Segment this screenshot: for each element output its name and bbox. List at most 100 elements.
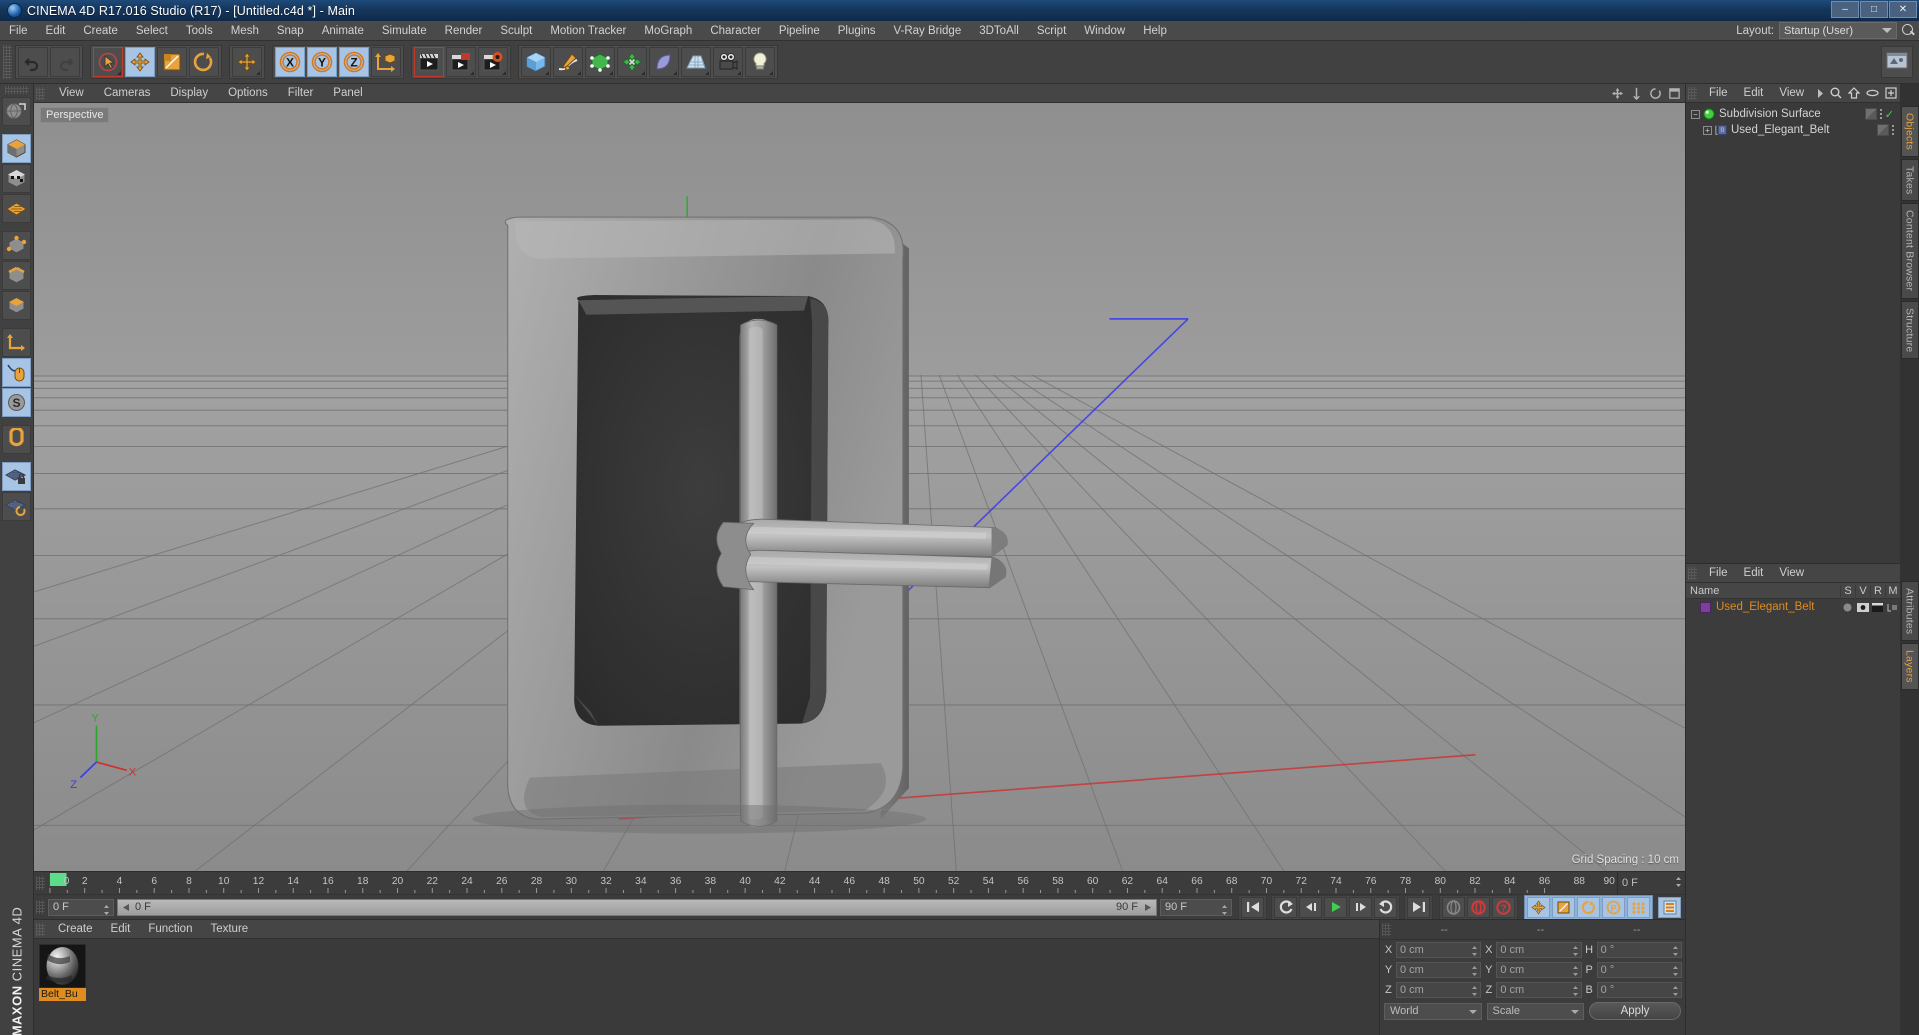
render-to-picture-viewer-button[interactable] [446, 47, 476, 77]
layer-render-toggle[interactable] [1870, 602, 1885, 612]
new-layer-icon[interactable] [1885, 87, 1897, 99]
viewport-menu-grip[interactable] [36, 86, 45, 100]
field-size-y[interactable]: 0 cm [1496, 962, 1582, 978]
menu-edit[interactable]: Edit [37, 21, 75, 41]
undo-button[interactable] [18, 47, 48, 77]
viewport-menu-options[interactable]: Options [218, 84, 278, 103]
add-scene-floor-button[interactable] [681, 47, 711, 77]
render-view-button[interactable] [414, 47, 444, 77]
menu-snap[interactable]: Snap [268, 21, 313, 41]
current-frame-field[interactable]: 0 F [48, 898, 114, 916]
key-rotation-button[interactable] [1577, 896, 1600, 918]
spinner-icon[interactable] [1672, 965, 1679, 977]
maximize-button[interactable]: □ [1860, 1, 1888, 18]
coordinates-grip[interactable] [1382, 923, 1391, 936]
object-enabled-check[interactable]: ✓ [1885, 108, 1894, 121]
go-to-root-icon[interactable] [1848, 87, 1860, 99]
object-axis-mode-button[interactable] [2, 328, 31, 357]
spinner-icon[interactable] [1675, 876, 1682, 888]
material-menu-create[interactable]: Create [49, 920, 102, 939]
object-menu-edit[interactable]: Edit [1736, 84, 1772, 103]
viewport-menu-display[interactable]: Display [160, 84, 218, 103]
menu-mograph[interactable]: MoGraph [635, 21, 701, 41]
menu-tools[interactable]: Tools [177, 21, 222, 41]
menu-vray-bridge[interactable]: V-Ray Bridge [884, 21, 970, 41]
apply-button[interactable]: Apply [1589, 1002, 1681, 1020]
side-tab-content-browser[interactable]: Content Browser [1900, 203, 1919, 299]
scrub-left-icon[interactable] [122, 903, 131, 912]
autokeying-button[interactable] [1442, 896, 1465, 918]
scrub-right-icon[interactable] [1143, 903, 1152, 912]
layer-color-swatch[interactable] [1700, 601, 1711, 613]
go-to-start-button[interactable] [1241, 896, 1264, 918]
layer-menu-edit[interactable]: Edit [1736, 564, 1772, 583]
menu-character[interactable]: Character [701, 21, 770, 41]
add-generator-button[interactable] [585, 47, 615, 77]
material-item[interactable]: Belt_Bu [39, 944, 86, 1001]
zoom-view-icon[interactable] [1630, 87, 1643, 100]
lock-z-axis-button[interactable]: Z [339, 47, 369, 77]
spinner-icon[interactable] [1572, 985, 1579, 997]
search-icon[interactable] [1902, 24, 1915, 37]
world-object-coordinates-button[interactable] [371, 47, 401, 77]
toolbar-grip[interactable] [3, 45, 12, 79]
layer-visibility-toggle[interactable] [1855, 602, 1870, 612]
polygon-mode-button[interactable] [2, 291, 31, 320]
menu-mesh[interactable]: Mesh [222, 21, 268, 41]
layer-menu-file[interactable]: File [1701, 564, 1736, 583]
visibility-icon[interactable] [1866, 87, 1879, 99]
spinner-icon[interactable] [1221, 904, 1228, 916]
timeline-grip[interactable] [36, 876, 45, 890]
spinner-icon[interactable] [1471, 965, 1478, 977]
key-position-button[interactable] [1527, 896, 1550, 918]
object-dots-icon[interactable] [1879, 109, 1882, 119]
key-points-button[interactable] [1627, 896, 1650, 918]
coordinate-system-dropdown[interactable]: World [1384, 1002, 1482, 1020]
workplane-mode-button[interactable] [2, 194, 31, 223]
viewport-menu-filter[interactable]: Filter [278, 84, 324, 103]
minimize-button[interactable]: – [1831, 1, 1859, 18]
layer-manager-toggle[interactable] [1885, 603, 1900, 612]
field-position-y[interactable]: 0 cm [1396, 962, 1482, 978]
side-tab-objects[interactable]: Objects [1900, 106, 1919, 157]
reset-workplane-button[interactable] [2, 492, 31, 521]
viewport-menu-panel[interactable]: Panel [323, 84, 372, 103]
object-row-used-elegant-belt[interactable]: + 0 Used_Elegant_Belt [1686, 122, 1900, 138]
chevron-right-icon[interactable] [1816, 88, 1824, 99]
layout-dropdown[interactable]: Startup (User) [1779, 22, 1897, 39]
go-to-previous-keyframe-button[interactable] [1274, 896, 1297, 918]
object-menu-file[interactable]: File [1701, 84, 1736, 103]
menu-sculpt[interactable]: Sculpt [491, 21, 541, 41]
snap-magnet-button[interactable] [2, 425, 31, 454]
menu-pipeline[interactable]: Pipeline [770, 21, 829, 41]
spinner-icon[interactable] [1471, 945, 1478, 957]
model-mode-button[interactable] [2, 134, 31, 163]
material-thumbnail[interactable] [39, 944, 86, 988]
menu-animate[interactable]: Animate [313, 21, 373, 41]
timeline-controls-grip[interactable] [36, 900, 45, 914]
material-menu-edit[interactable]: Edit [102, 920, 140, 939]
expand-toggle-icon[interactable]: + [1703, 125, 1712, 135]
spinner-icon[interactable] [1672, 985, 1679, 997]
search-icon[interactable] [1830, 87, 1842, 99]
side-tab-attributes[interactable]: Attributes [1900, 581, 1919, 642]
object-tag-icon[interactable] [1864, 108, 1877, 120]
add-spline-button[interactable] [553, 47, 583, 77]
field-position-x[interactable]: 0 cm [1396, 942, 1482, 958]
texture-mode-button[interactable] [2, 164, 31, 193]
field-rotation-h[interactable]: 0 ° [1596, 942, 1682, 958]
timeline-scrubber[interactable]: 0 F 90 F [117, 898, 1157, 916]
play-button[interactable] [1324, 896, 1347, 918]
object-manager-grip[interactable] [1688, 86, 1697, 100]
timeline-ruler[interactable]: 024 6 8 10 12 14 16 18 20 22 24 26 28 30 32 34 36 3… [34, 872, 1685, 894]
transform-mode-dropdown[interactable]: Scale [1486, 1002, 1584, 1020]
spinner-icon[interactable] [103, 904, 110, 916]
keyframe-selection-button[interactable]: ? [1492, 896, 1515, 918]
field-size-x[interactable]: 0 cm [1496, 942, 1582, 958]
menu-render[interactable]: Render [436, 21, 492, 41]
layer-menu-view[interactable]: View [1771, 564, 1812, 583]
spinner-icon[interactable] [1572, 945, 1579, 957]
menu-window[interactable]: Window [1075, 21, 1134, 41]
menu-create[interactable]: Create [74, 21, 127, 41]
point-mode-button[interactable] [2, 231, 31, 260]
